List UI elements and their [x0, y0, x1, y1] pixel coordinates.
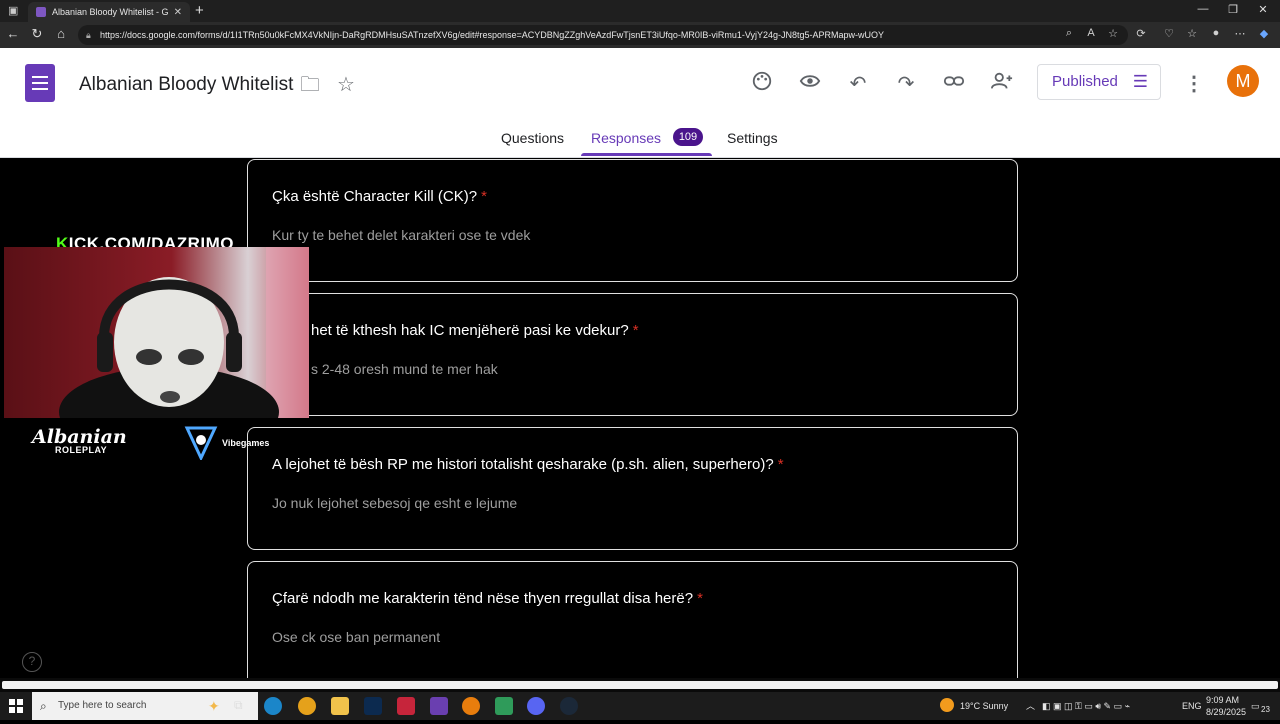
- maximize-icon[interactable]: ❐: [1218, 3, 1248, 16]
- help-icon[interactable]: ?: [22, 652, 42, 672]
- language-indicator[interactable]: ENG: [1182, 692, 1202, 720]
- edge-app-icon[interactable]: [264, 697, 282, 715]
- answer-text: Ose ck ose ban permanent: [272, 629, 441, 645]
- browser-tab-bar: ▣ Albanian Bloody Whitelist - Goog ✕ + —…: [0, 0, 1280, 22]
- chrome-app-icon[interactable]: [298, 697, 316, 715]
- active-tab-indicator: [581, 153, 712, 156]
- undo-icon[interactable]: ↶: [844, 70, 872, 98]
- new-tab-button[interactable]: +: [195, 2, 204, 19]
- published-button[interactable]: Published ☰: [1037, 64, 1161, 100]
- responses-count-badge: 109: [673, 128, 703, 146]
- answer-text: Kur ty te behet delet karakteri ose te v…: [272, 227, 531, 243]
- account-avatar[interactable]: M: [1227, 65, 1259, 97]
- lock-icon: 🔒︎: [86, 30, 91, 40]
- forms-header: Albanian Bloody Whitelist 🗀 ☆ ↶ ↷ Publis…: [0, 48, 1280, 158]
- search-icon: ⌕: [40, 699, 47, 713]
- redo-icon[interactable]: ↷: [892, 70, 920, 98]
- question-text: het të kthesh hak IC menjëherë pasi ke v…: [311, 322, 639, 339]
- url-field[interactable]: 🔒︎ https://docs.google.com/forms/d/1I1TR…: [78, 25, 1128, 45]
- question-text: Çka është Character Kill (CK)? *: [272, 188, 487, 205]
- multicolor-app-icon[interactable]: [430, 697, 448, 715]
- clock-date[interactable]: 8/29/2025: [1206, 706, 1246, 718]
- add-collaborator-icon[interactable]: [988, 70, 1016, 98]
- file-explorer-icon[interactable]: [331, 697, 349, 715]
- published-label: Published: [1052, 73, 1118, 90]
- tab-questions[interactable]: Questions: [501, 130, 564, 146]
- folder-icon[interactable]: 🗀: [296, 71, 324, 99]
- more-options-icon[interactable]: ⋯: [1231, 27, 1249, 40]
- preview-eye-icon[interactable]: [796, 70, 824, 98]
- clock-time[interactable]: 9:09 AM: [1206, 694, 1239, 706]
- vibegames-label: Vibegames: [222, 438, 270, 448]
- form-title[interactable]: Albanian Bloody Whitelist: [79, 74, 293, 96]
- steam-app-icon[interactable]: [560, 697, 578, 715]
- response-card: het të kthesh hak IC menjëherë pasi ke v…: [247, 293, 1018, 416]
- tray-chevron-icon[interactable]: ︿: [1026, 692, 1035, 720]
- url-text: https://docs.google.com/forms/d/1I1TRn50…: [100, 30, 885, 40]
- reload-icon[interactable]: ↻: [28, 26, 46, 42]
- task-view-icon[interactable]: ⧉: [234, 698, 243, 713]
- favorites-icon[interactable]: ☆: [1183, 27, 1201, 40]
- favorite-star-icon[interactable]: ☆: [1104, 27, 1122, 40]
- address-bar-row: ← ↻ ⌂ 🔒︎ https://docs.google.com/forms/d…: [0, 22, 1280, 48]
- profile-icon[interactable]: ●: [1207, 27, 1225, 39]
- roleplay-logo-sub: ROLEPLAY: [55, 445, 108, 455]
- palette-icon[interactable]: [748, 70, 776, 98]
- tab-responses[interactable]: Responses: [591, 130, 661, 146]
- filezilla-app-icon[interactable]: [397, 697, 415, 715]
- weather-icon[interactable]: [940, 698, 954, 712]
- tray-icons[interactable]: ◧ ▣ ◫ ⚿ ▭ 🔊︎ ✎ ▭ ⌁: [1042, 692, 1130, 720]
- blender-app-icon[interactable]: [462, 697, 480, 715]
- search-placeholder: Type here to search: [58, 700, 147, 711]
- home-icon[interactable]: ⌂: [52, 26, 70, 41]
- google-forms-logo-icon[interactable]: [25, 64, 55, 102]
- browser-essentials-icon[interactable]: ♡: [1160, 27, 1178, 40]
- photoshop-app-icon[interactable]: [364, 697, 382, 715]
- link-icon[interactable]: [940, 70, 968, 98]
- discord-app-icon[interactable]: [527, 697, 545, 715]
- star-icon[interactable]: ☆: [332, 71, 360, 99]
- windows-taskbar: ⌕ Type here to search ✦ ⧉ 19°C Sunny ︿ ◧…: [0, 692, 1280, 720]
- more-vert-icon[interactable]: ⋮: [1180, 70, 1208, 98]
- response-card: A lejohet të bësh RP me histori totalish…: [247, 427, 1018, 550]
- scrollbar-track[interactable]: [2, 681, 1278, 689]
- question-text: A lejohet të bësh RP me histori totalish…: [272, 456, 784, 473]
- search-highlight-icon: ✦: [208, 698, 220, 714]
- required-mark: *: [777, 456, 784, 473]
- back-icon[interactable]: ←: [4, 26, 22, 41]
- answer-text: s 2-48 oresh mund te mer hak: [311, 361, 498, 377]
- tune-icon: ☰: [1132, 72, 1148, 91]
- store-app-icon[interactable]: [495, 697, 513, 715]
- required-mark: *: [481, 188, 487, 205]
- google-forms-favicon-icon: [36, 7, 46, 17]
- read-aloud-icon[interactable]: A: [1082, 27, 1100, 39]
- tab-settings[interactable]: Settings: [727, 130, 778, 146]
- required-mark: *: [697, 590, 703, 607]
- tab-actions-icon[interactable]: ▣: [8, 4, 18, 17]
- browser-tab[interactable]: Albanian Bloody Whitelist - Goog ✕: [28, 2, 190, 22]
- vibegames-logo-icon: [184, 426, 218, 460]
- taskbar-search-box[interactable]: ⌕ Type here to search ✦: [32, 692, 258, 720]
- minimize-icon[interactable]: —: [1188, 3, 1218, 15]
- question-text: Çfarë ndodh me karakterin tënd nëse thye…: [272, 590, 703, 607]
- webcam-overlay: [4, 247, 309, 418]
- copilot-icon[interactable]: ◆: [1255, 27, 1273, 40]
- tab-close-icon[interactable]: ✕: [174, 7, 182, 18]
- horizontal-scrollbar[interactable]: [0, 678, 1280, 692]
- close-window-icon[interactable]: ✕: [1248, 3, 1278, 16]
- notification-icon[interactable]: ▭: [1251, 692, 1260, 720]
- tab-title: Albanian Bloody Whitelist - Goog: [52, 7, 168, 17]
- required-mark: *: [632, 322, 639, 339]
- start-windows-icon[interactable]: [9, 699, 23, 713]
- extensions-icon[interactable]: ⟳: [1132, 27, 1150, 40]
- zoom-icon[interactable]: ⌕: [1060, 27, 1078, 40]
- answer-text: Jo nuk lejohet sebesoj qe esht e lejume: [272, 495, 518, 511]
- response-card: Çka është Character Kill (CK)? * Kur ty t…: [247, 159, 1018, 282]
- weather-text[interactable]: 19°C Sunny: [960, 692, 1008, 720]
